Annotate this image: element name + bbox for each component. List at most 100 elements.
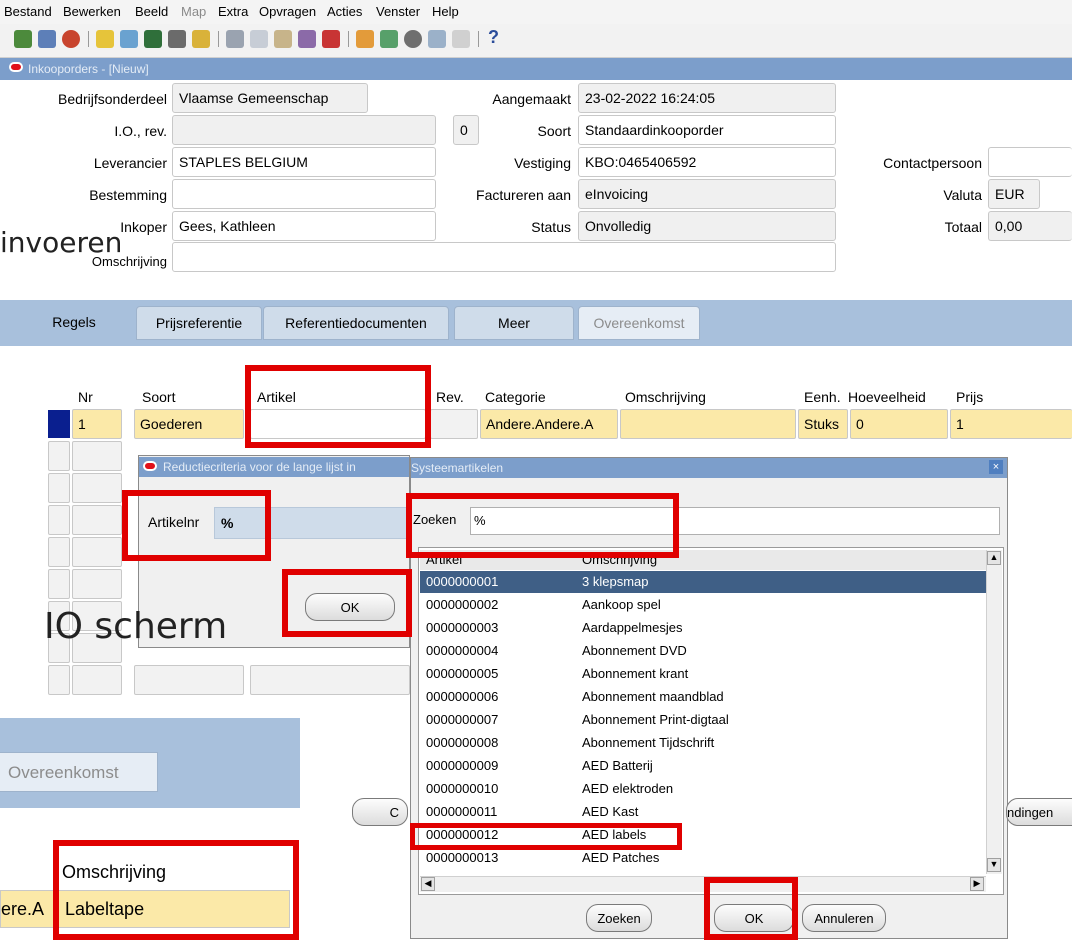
cut-icon[interactable] xyxy=(226,30,244,48)
bestemming-label: Bestemming xyxy=(89,187,167,203)
tab-prijsreferentie[interactable]: Prijsreferentie xyxy=(136,306,262,340)
row1-rev[interactable] xyxy=(430,409,478,439)
navigate-icon[interactable] xyxy=(120,30,138,48)
copy-icon[interactable] xyxy=(250,30,268,48)
empty-cell[interactable] xyxy=(72,665,122,695)
io-number-field[interactable] xyxy=(172,115,436,145)
vestiging-field[interactable]: KBO:0465406592 xyxy=(578,147,836,177)
row-selector[interactable] xyxy=(48,441,70,471)
paste-icon[interactable] xyxy=(274,30,292,48)
inkoper-field[interactable]: Gees, Kathleen xyxy=(172,211,436,241)
menu-bewerken[interactable]: Bewerken xyxy=(63,4,121,19)
row1-artikel[interactable] xyxy=(250,409,426,439)
translate-icon[interactable] xyxy=(452,30,470,48)
scroll-down-icon[interactable]: ▼ xyxy=(987,858,1001,872)
bestemming-field[interactable] xyxy=(172,179,436,209)
item-row[interactable]: 0000000006 Abonnement maandblad xyxy=(420,686,986,708)
menu-opvragen[interactable]: Opvragen xyxy=(259,4,316,19)
row1-omschrijving[interactable] xyxy=(620,409,796,439)
partial-right-button[interactable]: ndingen xyxy=(1006,798,1072,826)
lov-ok-button[interactable]: OK xyxy=(714,904,794,932)
row1-hoeveelheid[interactable]: 0 xyxy=(850,409,948,439)
menu-acties[interactable]: Acties xyxy=(327,4,362,19)
clip-icon[interactable] xyxy=(428,30,446,48)
aangemaakt-field: 23-02-2022 16:24:05 xyxy=(578,83,836,113)
item-row[interactable]: 0000000005 Abonnement krant xyxy=(420,663,986,685)
item-row[interactable]: 0000000009 AED Batterij xyxy=(420,755,986,777)
record-icon[interactable] xyxy=(404,30,422,48)
tab-referentiedocumenten[interactable]: Referentiedocumenten xyxy=(263,306,449,340)
empty-cell[interactable] xyxy=(72,441,122,471)
new-icon[interactable] xyxy=(14,30,32,48)
row1-nr[interactable]: 1 xyxy=(72,409,122,439)
item-row[interactable]: 0000000007 Abonnement Print-digtaal xyxy=(420,709,986,731)
find-button[interactable]: Zoeken xyxy=(586,904,652,932)
leverancier-field[interactable]: STAPLES BELGIUM xyxy=(172,147,436,177)
help-icon[interactable]: ? xyxy=(488,27,499,48)
row1-prijs[interactable]: 1 xyxy=(950,409,1072,439)
empty-cell[interactable] xyxy=(72,537,122,567)
empty-cell[interactable] xyxy=(72,569,122,599)
row-selector[interactable] xyxy=(48,537,70,567)
item-row[interactable]: 0000000004 Abonnement DVD xyxy=(420,640,986,662)
menu-venster[interactable]: Venster xyxy=(376,4,420,19)
tab-regels[interactable]: Regels xyxy=(18,306,130,340)
menu-help[interactable]: Help xyxy=(432,4,459,19)
item-row[interactable]: 0000000012 AED labels xyxy=(420,824,986,846)
row1-eenh[interactable]: Stuks xyxy=(798,409,848,439)
row-selector-current[interactable] xyxy=(48,410,70,438)
partial-left-button[interactable]: C xyxy=(352,798,408,826)
delete-record-icon[interactable] xyxy=(322,30,340,48)
soort-field[interactable]: Standaardinkooporder xyxy=(578,115,836,145)
omschrijving-field[interactable] xyxy=(172,242,836,272)
attach-icon[interactable] xyxy=(192,30,210,48)
empty-cell[interactable] xyxy=(250,665,410,695)
item-row[interactable]: 0000000010 AED elektroden xyxy=(420,778,986,800)
edit-icon[interactable] xyxy=(356,30,374,48)
leverancier-label: Leverancier xyxy=(93,155,167,171)
scroll-right-icon[interactable]: ▶ xyxy=(970,877,984,891)
menu-beeld[interactable]: Beeld xyxy=(135,4,168,19)
zoom-icon[interactable] xyxy=(144,30,162,48)
bedrijfsonderdeel-field[interactable]: Vlaamse Gemeenschap xyxy=(172,83,368,113)
col-header-artikel[interactable]: Artikel xyxy=(426,552,462,567)
factureren-field[interactable]: eInvoicing xyxy=(578,179,836,209)
stop-icon[interactable] xyxy=(62,30,80,48)
print-icon[interactable] xyxy=(168,30,186,48)
search-input[interactable]: % xyxy=(470,507,1000,535)
row-selector[interactable] xyxy=(48,473,70,503)
vertical-scrollbar[interactable] xyxy=(986,550,1002,874)
row-selector[interactable] xyxy=(48,569,70,599)
empty-cell[interactable] xyxy=(72,473,122,503)
open-icon[interactable] xyxy=(38,30,56,48)
new-record-icon[interactable] xyxy=(298,30,316,48)
scroll-up-icon[interactable]: ▲ xyxy=(987,551,1001,565)
valuta-field[interactable]: EUR xyxy=(988,179,1040,209)
cancel-button[interactable]: Annuleren xyxy=(802,904,886,932)
close-icon[interactable]: × xyxy=(989,460,1003,474)
item-row[interactable]: 0000000003 Aardappelmesjes xyxy=(420,617,986,639)
folder-icon[interactable] xyxy=(380,30,398,48)
tab-meer[interactable]: Meer xyxy=(454,306,574,340)
row1-soort[interactable]: Goederen xyxy=(134,409,244,439)
menu-bestand[interactable]: Bestand xyxy=(4,4,52,19)
menu-extra[interactable]: Extra xyxy=(218,4,248,19)
item-row[interactable]: 0000000008 Abonnement Tijdschrift xyxy=(420,732,986,754)
row-selector[interactable] xyxy=(48,505,70,535)
artikelnr-field[interactable]: % xyxy=(214,507,410,539)
reduction-ok-button[interactable]: OK xyxy=(305,593,395,621)
contactpersoon-field[interactable] xyxy=(988,147,1072,177)
item-row[interactable]: 0000000011 AED Kast xyxy=(420,801,986,823)
item-row[interactable]: 0000000001 3 klepsmap xyxy=(420,571,986,593)
row1-categorie[interactable]: Andere.Andere.A xyxy=(480,409,618,439)
artikelnr-label: Artikelnr xyxy=(148,514,200,530)
empty-cell[interactable] xyxy=(72,505,122,535)
scroll-left-icon[interactable]: ◀ xyxy=(421,877,435,891)
row-selector[interactable] xyxy=(48,665,70,695)
empty-cell[interactable] xyxy=(134,665,244,695)
item-row[interactable]: 0000000013 AED Patches xyxy=(420,847,986,869)
horizontal-scrollbar[interactable] xyxy=(420,876,986,892)
col-header-omschrijving[interactable]: Omschrijving xyxy=(582,552,657,567)
save-icon[interactable] xyxy=(96,30,114,48)
item-row[interactable]: 0000000002 Aankoop spel xyxy=(420,594,986,616)
